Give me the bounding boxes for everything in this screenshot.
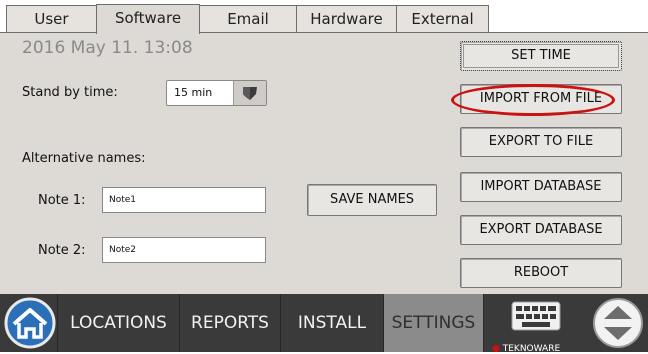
note2-label: Note 2: bbox=[38, 243, 86, 258]
nav-install[interactable]: INSTALL bbox=[281, 294, 384, 352]
export-to-file-button[interactable]: EXPORT TO FILE bbox=[460, 127, 622, 157]
nav-reports[interactable]: REPORTS bbox=[180, 294, 281, 352]
tab-external[interactable]: External bbox=[396, 5, 489, 32]
note2-input[interactable]: Note2 bbox=[102, 237, 266, 263]
shield-down-icon bbox=[243, 87, 257, 100]
nav-home[interactable] bbox=[0, 294, 58, 352]
tab-user[interactable]: User bbox=[6, 5, 97, 32]
standby-label: Stand by time: bbox=[22, 85, 118, 100]
set-time-button[interactable]: SET TIME bbox=[460, 41, 622, 71]
nav-settings[interactable]: SETTINGS bbox=[384, 294, 484, 352]
alternative-names-label: Alternative names: bbox=[22, 151, 146, 166]
current-datetime: 2016 May 11. 13:08 bbox=[22, 38, 193, 58]
tab-software[interactable]: Software bbox=[96, 4, 200, 34]
dropdown-arrow[interactable] bbox=[233, 81, 266, 105]
import-from-file-button[interactable]: IMPORT FROM FILE bbox=[460, 84, 622, 114]
note1-input[interactable]: Note1 bbox=[102, 187, 266, 213]
home-icon bbox=[4, 297, 56, 349]
reboot-button[interactable]: REBOOT bbox=[460, 258, 622, 288]
tab-email[interactable]: Email bbox=[199, 5, 297, 32]
note1-label: Note 1: bbox=[38, 193, 86, 208]
scroll-control[interactable] bbox=[592, 297, 644, 349]
save-names-button[interactable]: SAVE NAMES bbox=[307, 184, 437, 216]
nav-locations[interactable]: LOCATIONS bbox=[58, 294, 180, 352]
keyboard-icon bbox=[511, 301, 561, 331]
tab-hardware[interactable]: Hardware bbox=[296, 5, 397, 32]
export-database-button[interactable]: EXPORT DATABASE bbox=[460, 215, 622, 245]
scroll-updown-icon bbox=[593, 298, 643, 348]
brand-mark-icon: ● bbox=[492, 344, 500, 354]
brand-name: TEKNOWARE bbox=[502, 344, 561, 354]
standby-value: 15 min bbox=[174, 86, 213, 99]
brand-logo: ● TEKNOWARE bbox=[492, 344, 560, 354]
standby-time-select[interactable]: 15 min bbox=[166, 80, 267, 106]
import-database-button[interactable]: IMPORT DATABASE bbox=[460, 172, 622, 202]
tab-bar: User Software Email Hardware External bbox=[0, 0, 648, 34]
